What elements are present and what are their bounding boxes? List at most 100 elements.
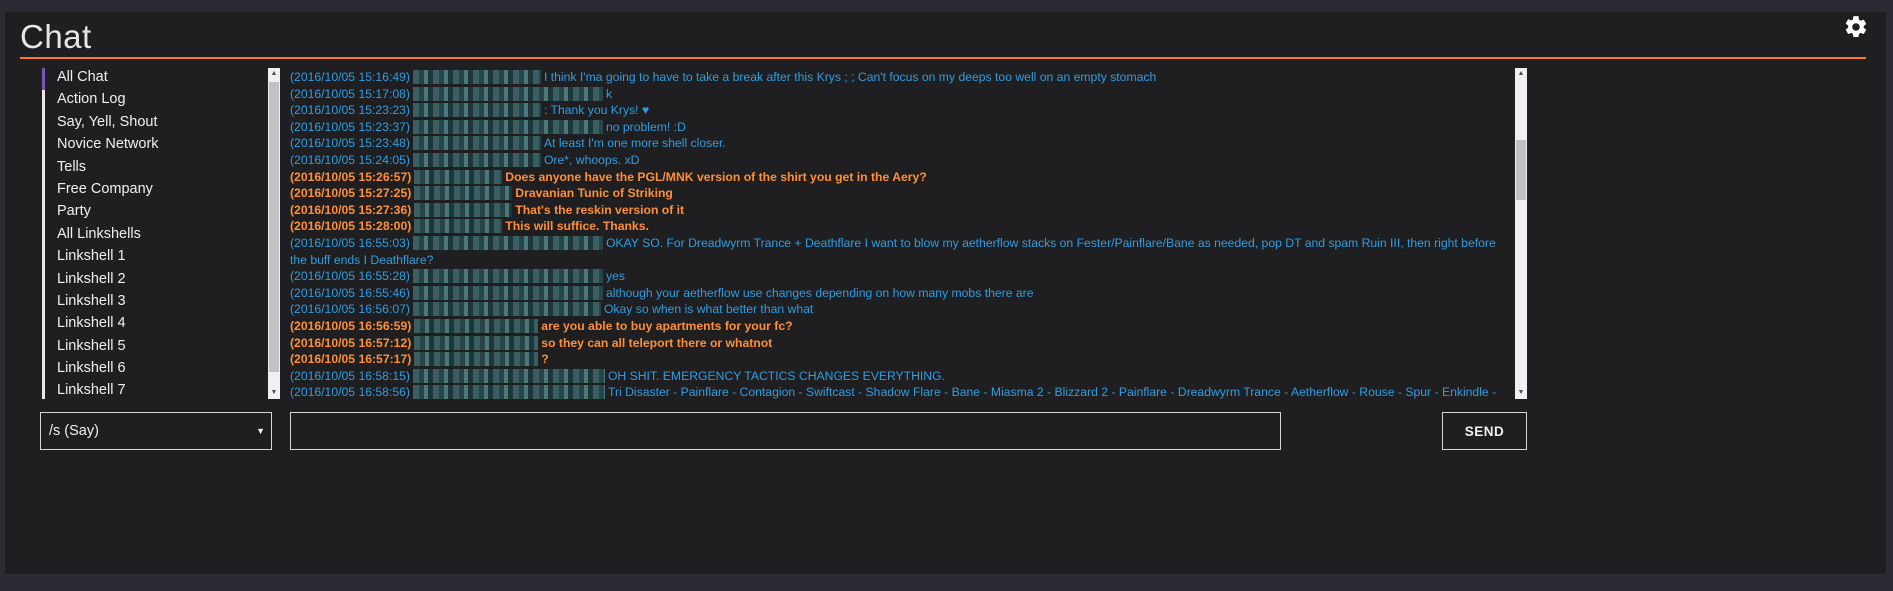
- sidebar-item[interactable]: Novice Network: [42, 135, 267, 158]
- redacted-name: [412, 269, 603, 284]
- chat-line: (2016/10/05 15:27:25) Dravanian Tunic of …: [290, 185, 1510, 202]
- chat-line: (2016/10/05 16:56:59) are you able to buy…: [290, 318, 1510, 335]
- sidebar-item[interactable]: Linkshell 1: [42, 247, 267, 270]
- redacted-name: [412, 103, 541, 118]
- chat-message: At least I'm one more shell closer.: [543, 136, 726, 151]
- chat-line: (2016/10/05 15:23:48) At least I'm one mo…: [290, 135, 1510, 152]
- chat-line: (2016/10/05 16:56:07) Okay so when is wha…: [290, 301, 1510, 318]
- chat-timestamp: (2016/10/05 16:57:17): [290, 352, 412, 367]
- sidebar-scrollbar[interactable]: ▲ ▼: [268, 68, 280, 399]
- chat-line: (2016/10/05 16:55:28) yes: [290, 268, 1510, 285]
- sidebar-item[interactable]: Linkshell 3: [42, 291, 267, 315]
- sidebar-item[interactable]: Say, Yell, Shout: [42, 112, 267, 136]
- redacted-name: [412, 285, 603, 300]
- redacted-name: [412, 86, 603, 101]
- channel-list: All Chat Action Log Say, Yell, Shout Novice…: [42, 68, 267, 399]
- redacted-name: [412, 385, 605, 399]
- chat-message: That's the reskin version of it: [515, 202, 685, 217]
- sidebar-item[interactable]: Action Log: [42, 90, 267, 113]
- chat-line: (2016/10/05 15:16:49) I think I'ma going …: [290, 69, 1510, 86]
- chat-line: (2016/10/05 15:28:00) This will suffice. …: [290, 218, 1510, 235]
- chat-line: (2016/10/05 15:27:36) That's the reskin v…: [290, 202, 1510, 219]
- chat-message: Does anyone have the PGL/MNK version of …: [505, 169, 927, 184]
- sidebar-item[interactable]: All Chat: [42, 68, 267, 91]
- chat-message: Okay so when is what better than what: [603, 302, 814, 317]
- chat-line: (2016/10/05 15:23:37) no problem! :D: [290, 119, 1510, 136]
- redacted-name: [414, 169, 503, 184]
- gear-icon[interactable]: [1843, 14, 1869, 40]
- scroll-up-icon[interactable]: ▲: [268, 68, 280, 80]
- chat-line: (2016/10/05 16:55:03) OKAY SO. For Dreadw…: [290, 235, 1510, 268]
- send-button[interactable]: SEND: [1442, 412, 1527, 450]
- redacted-name: [414, 335, 539, 350]
- chat-line: (2016/10/05 15:17:08) k: [290, 86, 1510, 103]
- chat-message: although your aetherflow use changes dep…: [605, 285, 1034, 300]
- chat-message: Ore*, whoops. xD: [543, 152, 640, 167]
- chat-timestamp: (2016/10/05 16:57:12): [290, 335, 412, 350]
- redacted-name: [412, 70, 541, 84]
- chat-timestamp: (2016/10/05 16:56:59): [290, 318, 412, 333]
- redacted-name: [412, 152, 541, 167]
- chat-timestamp: (2016/10/05 15:24:05): [290, 152, 410, 167]
- sidebar-item[interactable]: Linkshell 6: [42, 359, 267, 382]
- channel-select[interactable]: /s (Say) ▼: [40, 412, 272, 450]
- chat-timestamp: (2016/10/05 16:58:56): [290, 385, 410, 399]
- redacted-name: [414, 202, 513, 217]
- chat-timestamp: (2016/10/05 15:17:08): [290, 86, 410, 101]
- redacted-name: [412, 368, 605, 383]
- redacted-name: [412, 302, 601, 317]
- channel-select-value: /s (Say): [49, 423, 99, 439]
- chat-log-scroll-thumb[interactable]: [1516, 140, 1526, 200]
- chat-line: (2016/10/05 16:57:12) so they can all tel…: [290, 335, 1510, 352]
- chat-message: OH SHIT. EMERGENCY TACTICS CHANGES EVERY…: [607, 368, 945, 383]
- chat-line: (2016/10/05 16:58:15) OH SHIT. EMERGENCY …: [290, 368, 1510, 385]
- chat-timestamp: (2016/10/05 15:23:23): [290, 103, 410, 118]
- chat-message: are you able to buy apartments for your …: [541, 318, 793, 333]
- chat-message: ?: [541, 352, 549, 367]
- sidebar-item[interactable]: Linkshell 4: [42, 314, 267, 337]
- chat-line: (2016/10/05 15:24:05) Ore*, whoops. xD: [290, 152, 1510, 169]
- chat-message: : Thank you Krys! ♥: [543, 103, 650, 118]
- chat-message: This will suffice. Thanks.: [505, 219, 649, 234]
- chat-log: (2016/10/05 15:16:49) I think I'ma going …: [287, 68, 1527, 399]
- sidebar-item[interactable]: All Linkshells: [42, 224, 267, 248]
- chat-line: (2016/10/05 16:58:56) Tri Disaster - Pain…: [290, 384, 1510, 399]
- chat-message: Dravanian Tunic of Striking: [515, 186, 673, 201]
- chat-message: I think I'ma going to have to take a bre…: [543, 70, 1157, 84]
- chat-message: k: [605, 86, 613, 101]
- sidebar-scroll-thumb[interactable]: [269, 82, 279, 372]
- chat-timestamp: (2016/10/05 15:26:57): [290, 169, 412, 184]
- chat-message: so they can all teleport there or whatno…: [541, 335, 773, 350]
- redacted-name: [414, 318, 539, 333]
- chat-timestamp: (2016/10/05 15:27:25): [290, 186, 412, 201]
- sidebar-item[interactable]: Party: [42, 202, 267, 225]
- scroll-up-icon[interactable]: ▲: [1515, 68, 1527, 80]
- chat-log-lines: (2016/10/05 15:16:49) I think I'ma going …: [290, 69, 1510, 399]
- chat-timestamp: (2016/10/05 16:56:07): [290, 302, 410, 317]
- redacted-name: [412, 136, 541, 151]
- chat-line: (2016/10/05 15:23:23) : Thank you Krys! ♥: [290, 102, 1510, 119]
- sidebar-item[interactable]: Linkshell 2: [42, 269, 267, 292]
- chat-timestamp: (2016/10/05 16:55:28): [290, 269, 410, 284]
- scroll-down-icon[interactable]: ▼: [268, 387, 280, 399]
- chat-timestamp: (2016/10/05 15:27:36): [290, 202, 412, 217]
- chat-message: yes: [605, 269, 625, 284]
- chat-line: (2016/10/05 16:57:17)?: [290, 351, 1510, 368]
- page-title: Chat: [20, 18, 92, 55]
- chat-timestamp: (2016/10/05 16:55:03): [290, 235, 410, 250]
- sidebar-item[interactable]: Linkshell 5: [42, 336, 267, 360]
- channel-sidebar: All Chat Action Log Say, Yell, Shout Novice…: [42, 68, 312, 399]
- redacted-name: [414, 219, 503, 234]
- sidebar-item[interactable]: Free Company: [42, 179, 267, 203]
- chat-timestamp: (2016/10/05 15:23:37): [290, 119, 410, 134]
- chat-timestamp: (2016/10/05 16:58:15): [290, 368, 410, 383]
- redacted-name: [412, 119, 603, 134]
- chat-log-scrollbar[interactable]: ▲ ▼: [1515, 68, 1527, 399]
- sidebar-item[interactable]: Linkshell 7: [42, 381, 267, 399]
- sidebar-item[interactable]: Tells: [42, 157, 267, 180]
- chat-timestamp: (2016/10/05 15:28:00): [290, 219, 412, 234]
- chat-timestamp: (2016/10/05 15:16:49): [290, 70, 410, 84]
- chat-timestamp: (2016/10/05 15:23:48): [290, 136, 410, 151]
- message-input[interactable]: [290, 412, 1281, 450]
- scroll-down-icon[interactable]: ▼: [1515, 387, 1527, 399]
